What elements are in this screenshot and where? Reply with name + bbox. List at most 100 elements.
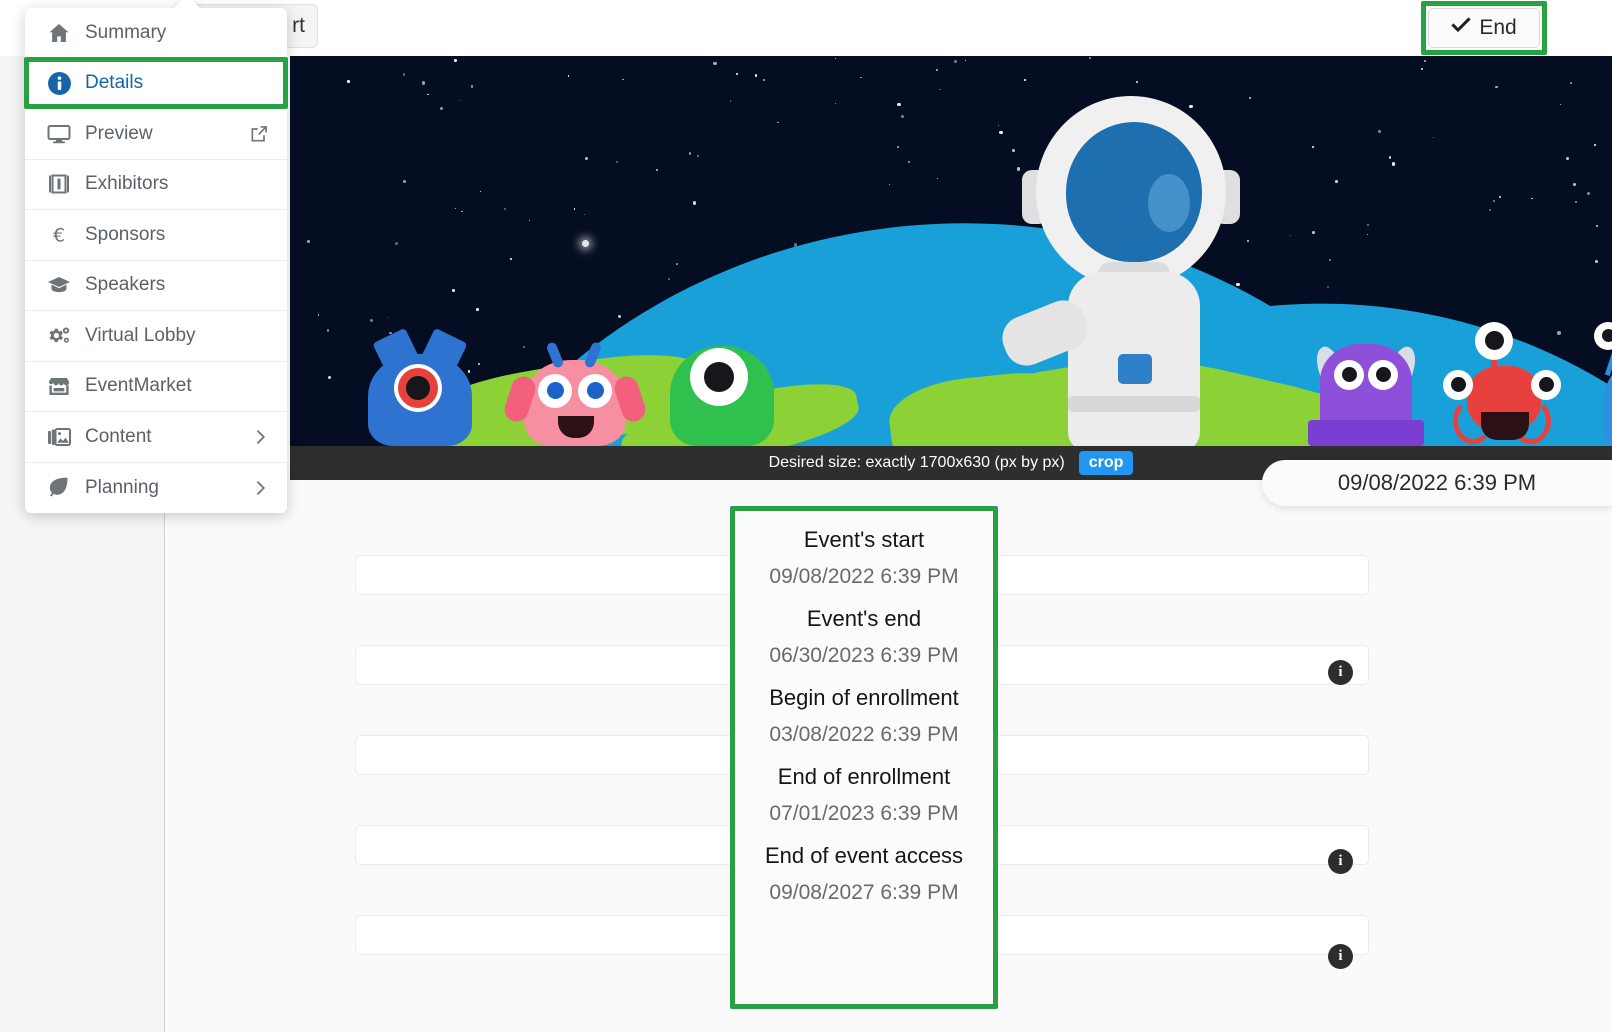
star xyxy=(328,375,332,380)
date-label: End of enrollment xyxy=(777,764,951,789)
star xyxy=(617,315,621,318)
menu-item-label: Summary xyxy=(85,21,167,43)
date-value[interactable]: 09/08/2022 6:39 PM xyxy=(769,565,958,589)
monster-pink xyxy=(501,341,649,446)
star xyxy=(835,103,837,105)
star xyxy=(326,329,330,333)
menu-item-speakers[interactable]: Speakers xyxy=(25,261,287,311)
star xyxy=(369,318,374,323)
star xyxy=(1327,286,1329,288)
leaf-icon xyxy=(41,476,77,500)
monster-green xyxy=(660,334,780,446)
info-icon[interactable]: i xyxy=(1328,944,1353,969)
menu-item-virtual-lobby[interactable]: Virtual Lobby xyxy=(25,311,287,362)
star xyxy=(754,74,757,77)
partial-toolbar-button-label: rt xyxy=(292,14,305,37)
star xyxy=(936,68,938,71)
monster-blue-right xyxy=(1580,322,1612,446)
star xyxy=(1569,81,1572,84)
date-value[interactable]: 07/01/2023 6:39 PM xyxy=(769,802,958,826)
star xyxy=(656,169,658,171)
star xyxy=(939,88,941,91)
star xyxy=(1366,233,1369,235)
book-icon xyxy=(41,172,77,196)
svg-text:€: € xyxy=(53,224,65,246)
date-value[interactable]: 09/08/2027 6:39 PM xyxy=(769,881,958,905)
info-icon[interactable]: i xyxy=(1328,849,1353,874)
info-circle-icon xyxy=(41,71,77,96)
menu-item-exhibitors[interactable]: Exhibitors xyxy=(25,160,287,210)
star xyxy=(454,59,457,63)
star xyxy=(347,80,351,83)
star xyxy=(676,262,678,265)
date-value[interactable]: 03/08/2022 6:39 PM xyxy=(769,723,958,747)
info-icon[interactable]: i xyxy=(1328,660,1353,685)
star xyxy=(1312,231,1316,235)
date-value[interactable]: 06/30/2023 6:39 PM xyxy=(769,644,958,668)
menu-item-planning[interactable]: Planning xyxy=(25,463,287,514)
star xyxy=(1335,180,1338,183)
menu-item-content[interactable]: Content xyxy=(25,412,287,463)
star xyxy=(1586,191,1591,196)
date-label: Begin of enrollment xyxy=(769,685,959,710)
star xyxy=(1089,56,1092,59)
star xyxy=(667,277,670,280)
star xyxy=(573,208,576,210)
menu-item-label: EventMarket xyxy=(85,375,192,397)
star xyxy=(888,183,891,186)
star xyxy=(1595,260,1599,263)
app-root: rt Desired size: exactly 1700x630 (px by… xyxy=(0,0,1612,1032)
star xyxy=(455,207,457,209)
star xyxy=(461,210,464,213)
star xyxy=(954,59,958,63)
end-button[interactable]: End xyxy=(1428,8,1540,48)
cogs-icon xyxy=(41,324,77,348)
star xyxy=(729,100,732,102)
date-tooltip-value: 09/08/2022 6:39 PM xyxy=(1337,470,1537,495)
star xyxy=(476,308,479,311)
star xyxy=(470,85,473,88)
star xyxy=(1420,68,1423,71)
event-nav-menu: Summary Details Preview Exhibitors € Sponsors… xyxy=(25,0,287,514)
star xyxy=(480,190,482,193)
event-banner-image[interactable] xyxy=(290,56,1612,446)
store-icon xyxy=(41,374,77,398)
star xyxy=(567,75,570,77)
star xyxy=(1488,208,1492,212)
star xyxy=(693,201,697,205)
star xyxy=(1575,201,1578,204)
star xyxy=(1289,234,1292,237)
star xyxy=(1530,197,1533,200)
star xyxy=(1433,136,1435,138)
star xyxy=(452,289,456,293)
star xyxy=(386,316,389,319)
menu-item-label: Preview xyxy=(85,122,153,144)
star xyxy=(897,102,901,107)
star xyxy=(1565,156,1570,161)
star xyxy=(696,154,699,157)
star xyxy=(1595,225,1598,228)
star xyxy=(509,257,512,260)
menu-item-sponsors[interactable]: € Sponsors xyxy=(25,210,287,261)
menu-item-label: Speakers xyxy=(85,274,166,296)
star xyxy=(736,72,739,75)
star xyxy=(403,180,407,184)
star xyxy=(763,79,765,82)
star xyxy=(1024,79,1026,81)
star xyxy=(440,106,444,110)
star xyxy=(1493,199,1496,202)
menu-item-eventmarket[interactable]: EventMarket xyxy=(25,362,287,412)
chevron-right-icon xyxy=(251,479,269,497)
star xyxy=(777,121,780,124)
star xyxy=(896,146,900,149)
crop-button[interactable]: crop xyxy=(1078,451,1134,475)
star xyxy=(859,76,862,79)
monster-red xyxy=(1443,318,1585,446)
menu-item-preview[interactable]: Preview xyxy=(25,109,287,160)
menu-item-details[interactable]: Details xyxy=(25,59,287,109)
star xyxy=(1391,162,1395,166)
menu-item-summary[interactable]: Summary xyxy=(25,8,287,59)
external-link-icon xyxy=(249,124,269,144)
star xyxy=(504,208,506,210)
event-dates-column: Event's start 09/08/2022 6:39 PM Event's e… xyxy=(735,510,993,1005)
